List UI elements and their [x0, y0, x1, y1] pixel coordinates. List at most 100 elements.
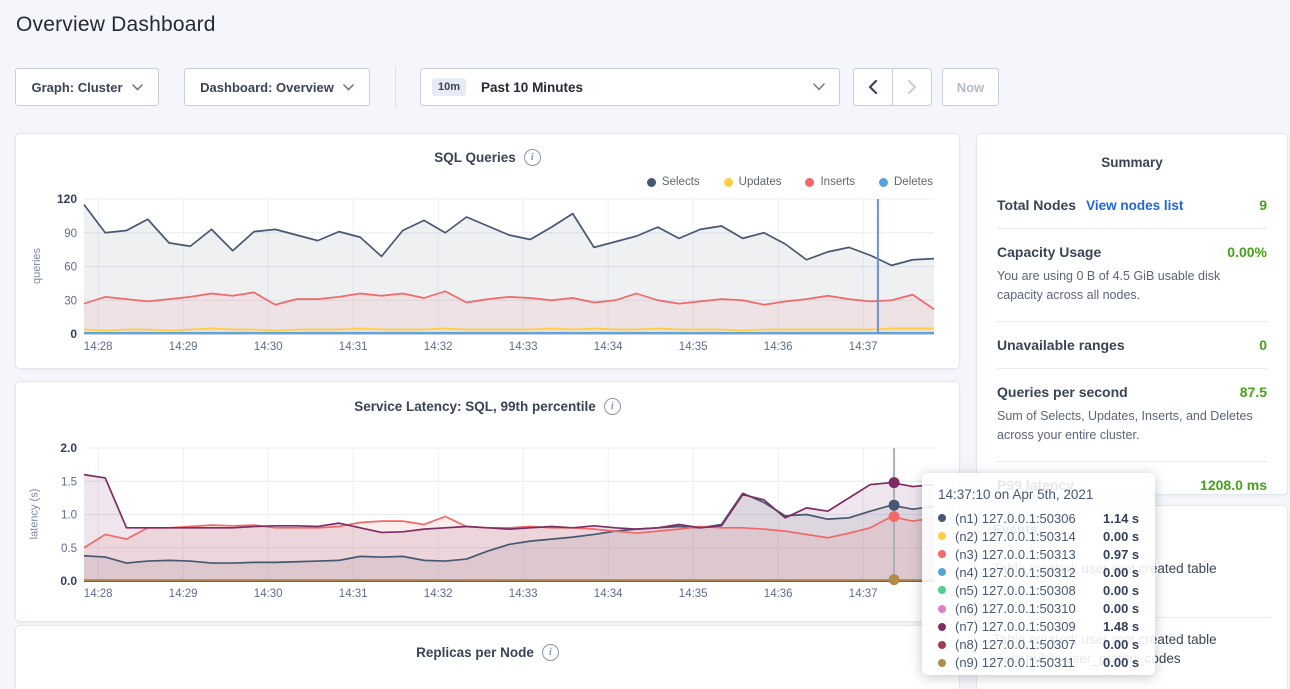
chevron-left-icon [868, 80, 878, 94]
summary-panel: Summary Total Nodes View nodes list 9 Ca… [976, 133, 1288, 495]
tooltip-node-address: (n2) 127.0.0.1:50314 [955, 529, 1103, 544]
chevron-right-icon [907, 80, 917, 94]
tooltip-node-row: (n1) 127.0.0.1:503061.14 s [938, 509, 1141, 527]
tooltip-node-row: (n9) 127.0.0.1:503110.00 s [938, 654, 1141, 672]
tooltip-node-value: 0.00 s [1103, 637, 1139, 652]
tooltip-node-row: (n3) 127.0.0.1:503130.97 s [938, 545, 1141, 563]
time-range-badge: 10m [432, 78, 466, 96]
capacity-usage-description: You are using 0 B of 4.5 GiB usable disk… [997, 267, 1267, 306]
tooltip-node-value: 0.97 s [1103, 547, 1139, 562]
svg-text:14:36: 14:36 [764, 341, 793, 353]
svg-text:14:36: 14:36 [764, 588, 793, 600]
qps-label: Queries per second [997, 384, 1128, 400]
svg-text:0: 0 [70, 327, 77, 341]
svg-text:14:33: 14:33 [509, 341, 538, 353]
dashboard-dropdown-label: Dashboard: Overview [200, 80, 334, 95]
service-latency-chart-card: Service Latency: SQL, 99th percentile i … [15, 381, 960, 622]
info-icon[interactable]: i [542, 644, 559, 661]
svg-text:2.0: 2.0 [60, 441, 77, 455]
svg-text:14:30: 14:30 [254, 341, 283, 353]
svg-text:14:33: 14:33 [509, 588, 538, 600]
svg-text:14:31: 14:31 [339, 588, 368, 600]
tooltip-node-address: (n8) 127.0.0.1:50307 [955, 637, 1103, 652]
sql-queries-chart-card: SQL Queries i SelectsUpdatesInsertsDelet… [15, 133, 960, 369]
node-color-dot-icon [938, 568, 946, 576]
svg-text:14:34: 14:34 [594, 588, 623, 600]
tooltip-node-row: (n7) 127.0.0.1:503091.48 s [938, 618, 1141, 636]
svg-text:14:29: 14:29 [169, 588, 198, 600]
svg-text:14:32: 14:32 [424, 341, 453, 353]
tooltip-node-value: 1.48 s [1103, 619, 1139, 634]
svg-text:14:30: 14:30 [254, 588, 283, 600]
graph-scope-label: Graph: Cluster [31, 80, 122, 95]
qps-value: 87.5 [1240, 384, 1267, 400]
chevron-down-icon [813, 83, 825, 91]
svg-text:14:34: 14:34 [594, 341, 623, 353]
svg-text:0.5: 0.5 [61, 543, 77, 555]
tooltip-node-row: (n2) 127.0.0.1:503140.00 s [938, 527, 1141, 545]
chart-hover-tooltip: 14:37:10 on Apr 5th, 2021 (n1) 127.0.0.1… [922, 473, 1155, 675]
summary-unavailable-ranges: Unavailable ranges 0 [997, 321, 1267, 368]
tooltip-node-value: 1.14 s [1103, 511, 1139, 526]
capacity-usage-label: Capacity Usage [997, 244, 1101, 260]
tooltip-timestamp: 14:37:10 on Apr 5th, 2021 [938, 487, 1141, 502]
svg-text:120: 120 [57, 192, 77, 206]
now-button[interactable]: Now [942, 68, 999, 106]
chevron-down-icon [132, 84, 143, 91]
summary-title: Summary [997, 134, 1267, 182]
total-nodes-value: 9 [1259, 197, 1267, 213]
summary-total-nodes: Total Nodes View nodes list 9 [997, 182, 1267, 228]
tooltip-node-row: (n6) 127.0.0.1:503100.00 s [938, 599, 1141, 617]
svg-text:14:37: 14:37 [849, 588, 878, 600]
tooltip-node-row: (n8) 127.0.0.1:503070.00 s [938, 636, 1141, 654]
node-color-dot-icon [938, 586, 946, 594]
total-nodes-label: Total Nodes [997, 197, 1076, 213]
page-title: Overview Dashboard [16, 13, 216, 37]
capacity-usage-value: 0.00% [1227, 244, 1267, 260]
graph-scope-dropdown[interactable]: Graph: Cluster [15, 68, 159, 106]
tooltip-rows: (n1) 127.0.0.1:503061.14 s(n2) 127.0.0.1… [938, 509, 1141, 672]
overview-dashboard-page: Overview Dashboard Graph: Cluster Dashbo… [0, 0, 1290, 689]
tooltip-node-address: (n1) 127.0.0.1:50306 [955, 511, 1103, 526]
tooltip-node-value: 0.00 s [1103, 529, 1139, 544]
replicas-per-node-chart-card: Replicas per Node i [15, 625, 960, 689]
chevron-down-icon [343, 84, 354, 91]
sql-queries-chart[interactable]: 14:2814:2914:3014:3114:3214:3314:3414:35… [16, 134, 961, 370]
service-latency-chart[interactable]: 14:2814:2914:3014:3114:3214:3314:3414:35… [16, 382, 961, 623]
tooltip-node-address: (n6) 127.0.0.1:50310 [955, 601, 1103, 616]
dashboard-dropdown[interactable]: Dashboard: Overview [184, 68, 370, 106]
svg-text:60: 60 [64, 262, 77, 274]
svg-text:1.5: 1.5 [61, 476, 77, 488]
node-color-dot-icon [938, 605, 946, 613]
node-color-dot-icon [938, 532, 946, 540]
tooltip-node-value: 0.00 s [1103, 655, 1139, 670]
p99-latency-value: 1208.0 ms [1200, 477, 1267, 493]
time-range-selector[interactable]: 10m Past 10 Minutes [420, 68, 840, 106]
svg-text:14:31: 14:31 [339, 341, 368, 353]
unavailable-ranges-value: 0 [1259, 337, 1267, 353]
tooltip-node-row: (n4) 127.0.0.1:503120.00 s [938, 563, 1141, 581]
replicas-chart-title: Replicas per Node [416, 645, 534, 660]
summary-capacity-usage: Capacity Usage 0.00% You are using 0 B o… [997, 228, 1267, 321]
svg-text:14:29: 14:29 [169, 341, 198, 353]
view-nodes-list-link[interactable]: View nodes list [1086, 198, 1183, 213]
node-color-dot-icon [938, 641, 946, 649]
tooltip-node-address: (n9) 127.0.0.1:50311 [955, 655, 1103, 670]
svg-text:90: 90 [64, 228, 77, 240]
tooltip-node-value: 0.00 s [1103, 565, 1139, 580]
svg-text:14:35: 14:35 [679, 341, 708, 353]
time-range-label: Past 10 Minutes [481, 80, 583, 95]
svg-text:14:32: 14:32 [424, 588, 453, 600]
svg-text:1.0: 1.0 [61, 510, 77, 522]
svg-text:30: 30 [64, 295, 77, 307]
svg-text:0.0: 0.0 [60, 574, 77, 588]
node-color-dot-icon [938, 623, 946, 631]
time-range-next-button[interactable] [892, 68, 932, 106]
svg-text:14:28: 14:28 [84, 588, 113, 600]
time-range-prev-button[interactable] [853, 68, 893, 106]
node-color-dot-icon [938, 550, 946, 558]
unavailable-ranges-label: Unavailable ranges [997, 337, 1125, 353]
node-color-dot-icon [938, 659, 946, 667]
toolbar-divider [395, 66, 396, 108]
tooltip-node-address: (n7) 127.0.0.1:50309 [955, 619, 1103, 634]
